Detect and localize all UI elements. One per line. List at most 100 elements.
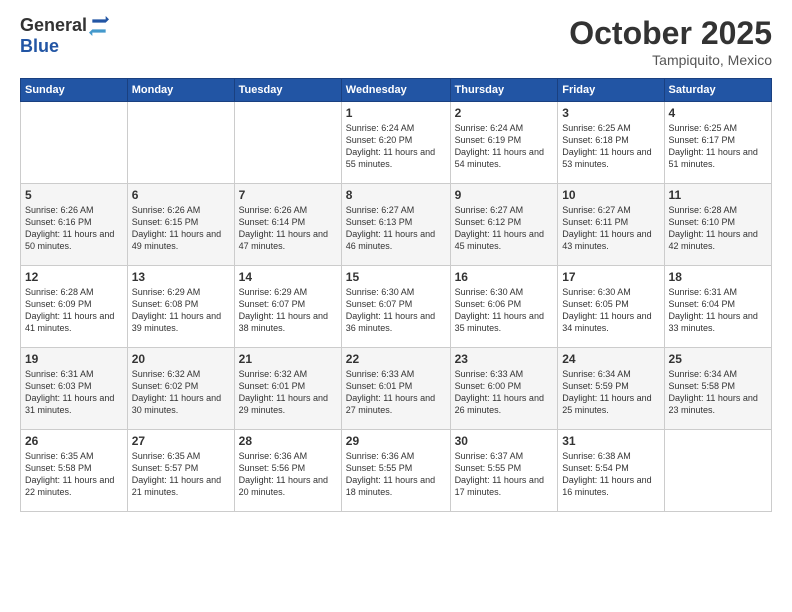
day-info: Sunrise: 6:33 AM Sunset: 6:01 PM Dayligh… (346, 368, 446, 417)
day-info: Sunrise: 6:26 AM Sunset: 6:15 PM Dayligh… (132, 204, 230, 253)
calendar-cell: 3 Sunrise: 6:25 AM Sunset: 6:18 PM Daylig… (558, 102, 664, 184)
day-number: 26 (25, 434, 123, 448)
calendar-cell: 25 Sunrise: 6:34 AM Sunset: 5:58 PM Dayli… (664, 348, 771, 430)
calendar-cell: 10Sunrise: 6:27 AM Sunset: 6:11 PM Dayli… (558, 184, 664, 266)
calendar-table: Sunday Monday Tuesday Wednesday Thursday… (20, 78, 772, 512)
day-number: 28 (239, 434, 337, 448)
day-info: Sunrise: 6:35 AM Sunset: 5:57 PM Dayligh… (132, 450, 230, 499)
calendar-cell: 14Sunrise: 6:29 AM Sunset: 6:07 PM Dayli… (234, 266, 341, 348)
calendar-cell: 30 Sunrise: 6:37 AM Sunset: 5:55 PM Dayli… (450, 430, 558, 512)
day-info: Sunrise: 6:27 AM Sunset: 6:11 PM Dayligh… (562, 204, 659, 253)
day-info: Sunrise: 6:25 AM Sunset: 6:17 PM Dayligh… (669, 122, 767, 171)
day-info: Sunrise: 6:27 AM Sunset: 6:13 PM Dayligh… (346, 204, 446, 253)
calendar-cell (21, 102, 128, 184)
logo-text: General (20, 15, 109, 36)
day-number: 16 (455, 270, 554, 284)
month-title: October 2025 (569, 15, 772, 52)
logo-icon (89, 16, 109, 36)
calendar-cell: 4 Sunrise: 6:25 AM Sunset: 6:17 PM Daylig… (664, 102, 771, 184)
day-number: 19 (25, 352, 123, 366)
calendar-cell: 12 Sunrise: 6:28 AM Sunset: 6:09 PM Dayli… (21, 266, 128, 348)
weekday-header-row: Sunday Monday Tuesday Wednesday Thursday… (21, 79, 772, 102)
day-number: 8 (346, 188, 446, 202)
calendar-cell: 29 Sunrise: 6:36 AM Sunset: 5:55 PM Dayli… (341, 430, 450, 512)
calendar-cell: 18 Sunrise: 6:31 AM Sunset: 6:04 PM Dayli… (664, 266, 771, 348)
day-info: Sunrise: 6:28 AM Sunset: 6:09 PM Dayligh… (25, 286, 123, 335)
day-info: Sunrise: 6:32 AM Sunset: 6:01 PM Dayligh… (239, 368, 337, 417)
day-info: Sunrise: 6:31 AM Sunset: 6:03 PM Dayligh… (25, 368, 123, 417)
day-number: 30 (455, 434, 554, 448)
day-number: 15 (346, 270, 446, 284)
day-number: 20 (132, 352, 230, 366)
calendar-cell: 23Sunrise: 6:33 AM Sunset: 6:00 PM Dayli… (450, 348, 558, 430)
calendar-cell (234, 102, 341, 184)
day-number: 3 (562, 106, 659, 120)
day-number: 29 (346, 434, 446, 448)
calendar-cell: 9Sunrise: 6:27 AM Sunset: 6:12 PM Daylig… (450, 184, 558, 266)
header: General Blue October 2025 Tampiquito, Me… (20, 15, 772, 68)
day-number: 7 (239, 188, 337, 202)
calendar-week-2: 5 Sunrise: 6:26 AM Sunset: 6:16 PM Daylig… (21, 184, 772, 266)
header-friday: Friday (558, 79, 664, 102)
day-number: 12 (25, 270, 123, 284)
day-info: Sunrise: 6:38 AM Sunset: 5:54 PM Dayligh… (562, 450, 659, 499)
day-info: Sunrise: 6:31 AM Sunset: 6:04 PM Dayligh… (669, 286, 767, 335)
header-saturday: Saturday (664, 79, 771, 102)
day-number: 25 (669, 352, 767, 366)
day-info: Sunrise: 6:30 AM Sunset: 6:05 PM Dayligh… (562, 286, 659, 335)
calendar-cell: 1 Sunrise: 6:24 AM Sunset: 6:20 PM Daylig… (341, 102, 450, 184)
calendar-cell: 7 Sunrise: 6:26 AM Sunset: 6:14 PM Daylig… (234, 184, 341, 266)
day-info: Sunrise: 6:35 AM Sunset: 5:58 PM Dayligh… (25, 450, 123, 499)
day-info: Sunrise: 6:34 AM Sunset: 5:58 PM Dayligh… (669, 368, 767, 417)
day-number: 24 (562, 352, 659, 366)
day-number: 1 (346, 106, 446, 120)
logo-blue: Blue (20, 36, 59, 57)
header-monday: Monday (127, 79, 234, 102)
day-info: Sunrise: 6:25 AM Sunset: 6:18 PM Dayligh… (562, 122, 659, 171)
day-number: 6 (132, 188, 230, 202)
day-info: Sunrise: 6:36 AM Sunset: 5:55 PM Dayligh… (346, 450, 446, 499)
logo: General Blue (20, 15, 109, 57)
calendar-cell (664, 430, 771, 512)
calendar-cell: 2Sunrise: 6:24 AM Sunset: 6:19 PM Daylig… (450, 102, 558, 184)
calendar-cell: 31 Sunrise: 6:38 AM Sunset: 5:54 PM Dayli… (558, 430, 664, 512)
day-number: 27 (132, 434, 230, 448)
day-number: 31 (562, 434, 659, 448)
calendar-week-4: 19 Sunrise: 6:31 AM Sunset: 6:03 PM Dayli… (21, 348, 772, 430)
calendar-cell: 28 Sunrise: 6:36 AM Sunset: 5:56 PM Dayli… (234, 430, 341, 512)
calendar-cell: 8 Sunrise: 6:27 AM Sunset: 6:13 PM Daylig… (341, 184, 450, 266)
calendar-cell: 21Sunrise: 6:32 AM Sunset: 6:01 PM Dayli… (234, 348, 341, 430)
day-info: Sunrise: 6:29 AM Sunset: 6:08 PM Dayligh… (132, 286, 230, 335)
day-number: 22 (346, 352, 446, 366)
calendar-cell: 22 Sunrise: 6:33 AM Sunset: 6:01 PM Dayli… (341, 348, 450, 430)
day-info: Sunrise: 6:33 AM Sunset: 6:00 PM Dayligh… (455, 368, 554, 417)
day-number: 13 (132, 270, 230, 284)
calendar-cell: 19 Sunrise: 6:31 AM Sunset: 6:03 PM Dayli… (21, 348, 128, 430)
day-number: 14 (239, 270, 337, 284)
day-info: Sunrise: 6:30 AM Sunset: 6:07 PM Dayligh… (346, 286, 446, 335)
calendar-cell: 5 Sunrise: 6:26 AM Sunset: 6:16 PM Daylig… (21, 184, 128, 266)
day-number: 4 (669, 106, 767, 120)
calendar-cell: 13 Sunrise: 6:29 AM Sunset: 6:08 PM Dayli… (127, 266, 234, 348)
day-info: Sunrise: 6:26 AM Sunset: 6:14 PM Dayligh… (239, 204, 337, 253)
day-info: Sunrise: 6:27 AM Sunset: 6:12 PM Dayligh… (455, 204, 554, 253)
day-info: Sunrise: 6:24 AM Sunset: 6:20 PM Dayligh… (346, 122, 446, 171)
calendar-cell: 26 Sunrise: 6:35 AM Sunset: 5:58 PM Dayli… (21, 430, 128, 512)
day-info: Sunrise: 6:36 AM Sunset: 5:56 PM Dayligh… (239, 450, 337, 499)
day-number: 11 (669, 188, 767, 202)
calendar-cell: 15 Sunrise: 6:30 AM Sunset: 6:07 PM Dayli… (341, 266, 450, 348)
calendar-cell: 6 Sunrise: 6:26 AM Sunset: 6:15 PM Daylig… (127, 184, 234, 266)
day-info: Sunrise: 6:32 AM Sunset: 6:02 PM Dayligh… (132, 368, 230, 417)
day-number: 18 (669, 270, 767, 284)
title-section: October 2025 Tampiquito, Mexico (569, 15, 772, 68)
day-info: Sunrise: 6:37 AM Sunset: 5:55 PM Dayligh… (455, 450, 554, 499)
calendar-cell: 11Sunrise: 6:28 AM Sunset: 6:10 PM Dayli… (664, 184, 771, 266)
calendar-cell: 16Sunrise: 6:30 AM Sunset: 6:06 PM Dayli… (450, 266, 558, 348)
day-number: 2 (455, 106, 554, 120)
calendar-cell: 27 Sunrise: 6:35 AM Sunset: 5:57 PM Dayli… (127, 430, 234, 512)
day-number: 5 (25, 188, 123, 202)
day-info: Sunrise: 6:26 AM Sunset: 6:16 PM Dayligh… (25, 204, 123, 253)
calendar-cell: 20 Sunrise: 6:32 AM Sunset: 6:02 PM Dayli… (127, 348, 234, 430)
calendar-week-5: 26 Sunrise: 6:35 AM Sunset: 5:58 PM Dayli… (21, 430, 772, 512)
calendar-week-3: 12 Sunrise: 6:28 AM Sunset: 6:09 PM Dayli… (21, 266, 772, 348)
